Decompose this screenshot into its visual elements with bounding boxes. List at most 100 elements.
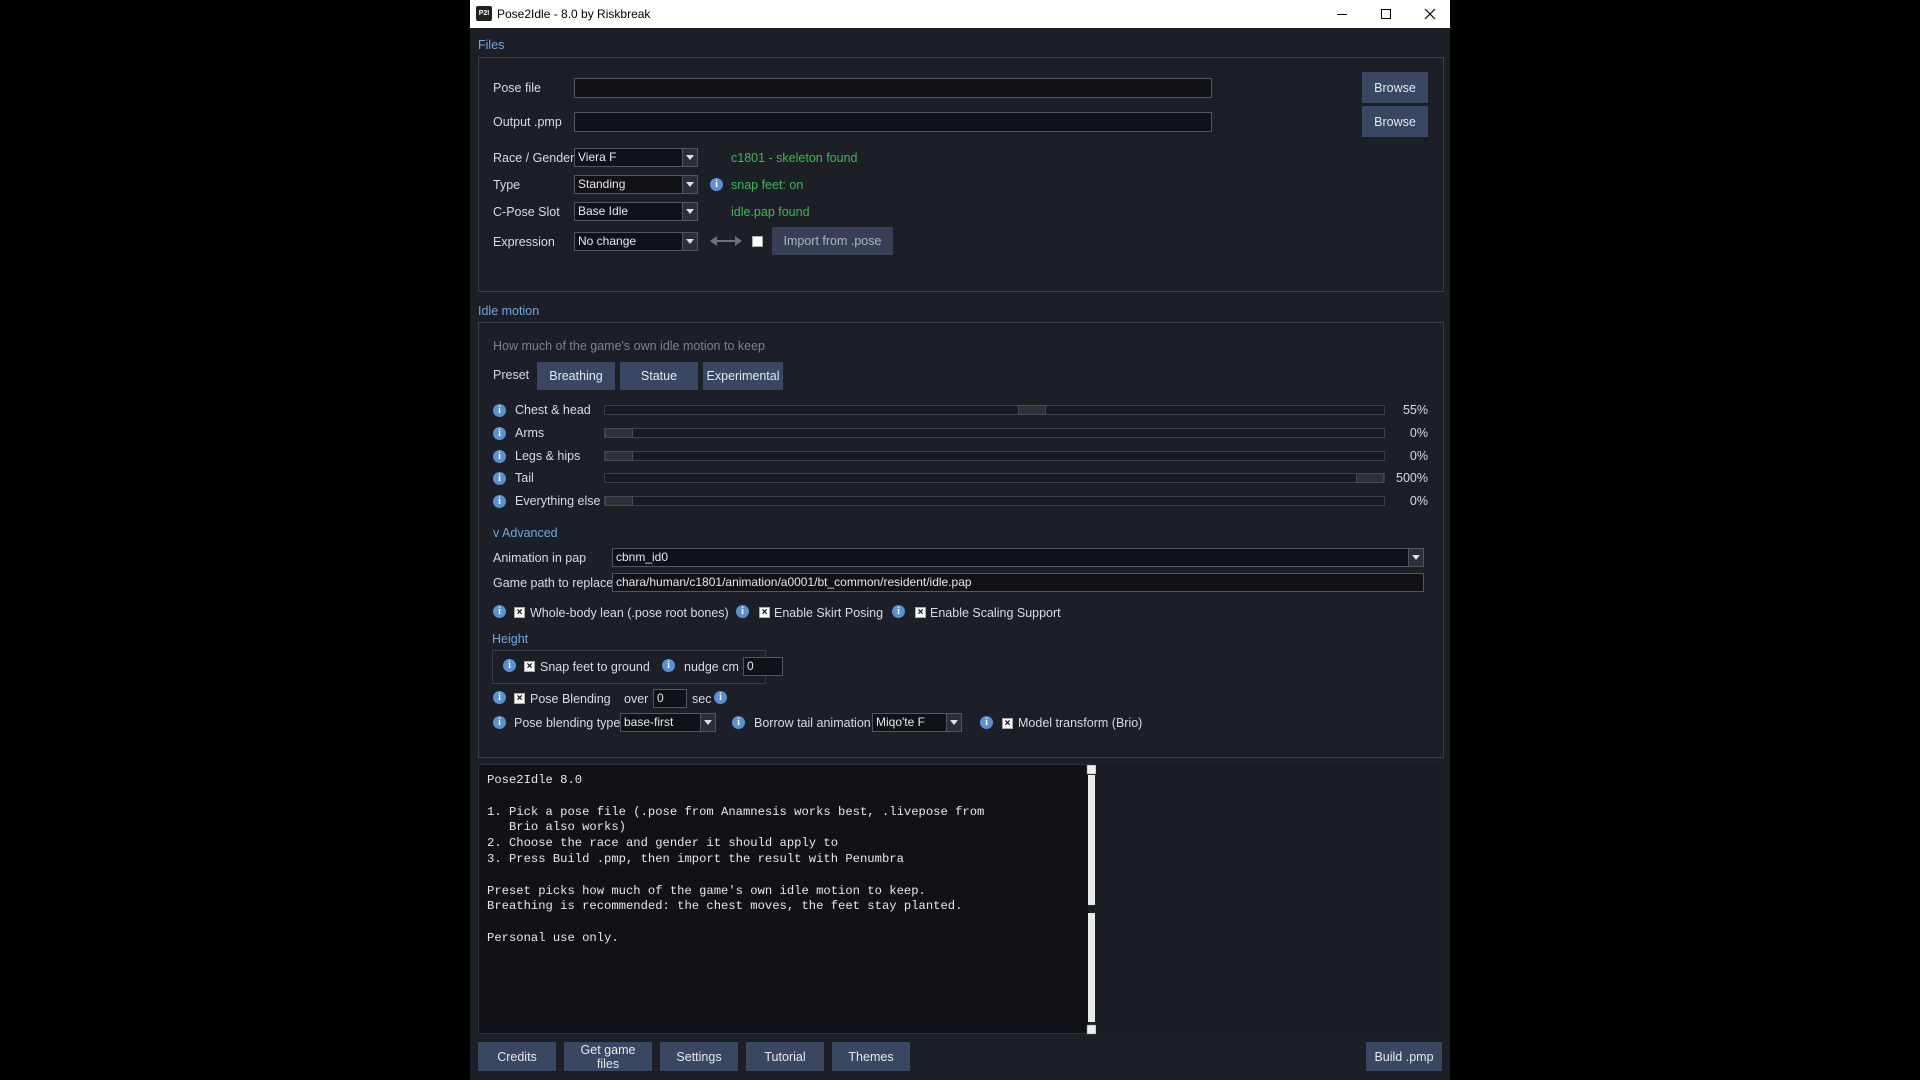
info-icon[interactable]: i	[493, 450, 506, 463]
race-gender-select[interactable]: Viera F	[574, 148, 698, 167]
preset-breathing-button[interactable]: Breathing	[537, 362, 615, 390]
info-icon[interactable]: i	[980, 716, 993, 729]
type-label: Type	[493, 178, 521, 192]
info-icon[interactable]: i	[493, 605, 506, 618]
borrow-tail-value: Miqo'te F	[876, 715, 925, 729]
log-output[interactable]: Pose2Idle 8.0 1. Pick a pose file (.pose…	[478, 764, 1097, 1035]
chevron-down-icon	[682, 203, 697, 220]
output-pmp-input[interactable]	[574, 112, 1212, 132]
close-button[interactable]	[1408, 0, 1450, 28]
slider-label: Arms	[515, 426, 545, 440]
info-icon[interactable]: i	[493, 404, 506, 417]
info-icon[interactable]: i	[493, 716, 506, 729]
height-title: Height	[492, 632, 529, 646]
files-section-title: Files	[478, 38, 505, 52]
pose-blending-checkbox[interactable]: ×	[514, 693, 525, 704]
pose-blending-label: Pose Blending	[530, 692, 611, 706]
preset-experimental-button[interactable]: Experimental	[703, 362, 783, 390]
slider-track[interactable]	[604, 496, 1385, 506]
expression-select[interactable]: No change	[574, 232, 698, 251]
snap-feet-checkbox[interactable]: ×	[524, 661, 535, 672]
build-pmp-button[interactable]: Build .pmp	[1366, 1042, 1442, 1071]
skeleton-status: c1801 - skeleton found	[731, 151, 858, 165]
model-transform-checkbox[interactable]: ×	[1002, 718, 1013, 729]
pose-file-input[interactable]	[574, 78, 1212, 98]
chevron-down-icon	[682, 176, 697, 193]
pose-file-label: Pose file	[493, 81, 541, 95]
minimize-button[interactable]	[1320, 0, 1364, 28]
preset-label: Preset	[493, 368, 530, 382]
maximize-button[interactable]	[1364, 0, 1408, 28]
slider-track[interactable]	[604, 428, 1385, 438]
whole-body-lean-label: Whole-body lean (.pose root bones)	[530, 606, 729, 620]
chevron-down-icon	[946, 714, 961, 731]
info-icon[interactable]: i	[493, 427, 506, 440]
get-game-files-button[interactable]: Get game files	[564, 1042, 652, 1071]
idle-pap-status: idle.pap found	[731, 205, 810, 219]
race-gender-value: Viera F	[578, 150, 617, 164]
snap-feet-label: Snap feet to ground	[540, 660, 650, 674]
type-select[interactable]: Standing	[574, 175, 698, 194]
slider-value: 55%	[1402, 403, 1428, 417]
borrow-tail-select[interactable]: Miqo'te F	[872, 713, 962, 732]
game-path-input[interactable]: chara/human/c1801/animation/a0001/bt_com…	[612, 573, 1424, 592]
game-path-label: Game path to replace	[493, 576, 614, 590]
info-icon[interactable]: i	[736, 605, 749, 618]
blend-seconds-input[interactable]: 0	[653, 689, 687, 708]
info-icon[interactable]: i	[710, 178, 723, 191]
skirt-posing-checkbox[interactable]: ×	[759, 607, 770, 618]
animation-in-pap-value: cbnm_id0	[616, 550, 669, 564]
swap-arrows-icon[interactable]	[710, 235, 742, 247]
blend-type-value: base-first	[624, 715, 674, 729]
close-icon	[1424, 8, 1436, 20]
nudge-label: nudge cm	[684, 660, 739, 674]
expression-checkbox[interactable]: x	[752, 236, 763, 247]
chevron-down-icon	[1408, 549, 1423, 566]
model-transform-label: Model transform (Brio)	[1018, 716, 1143, 730]
expression-label: Expression	[493, 235, 555, 249]
slider-thumb[interactable]	[605, 496, 633, 506]
import-from-pose-button[interactable]: Import from .pose	[772, 227, 893, 255]
slider-track[interactable]	[604, 451, 1385, 461]
blend-unit-label: sec	[692, 692, 712, 706]
slider-label: Legs & hips	[515, 449, 581, 463]
slider-thumb[interactable]	[605, 428, 633, 438]
type-value: Standing	[578, 177, 626, 191]
settings-button[interactable]: Settings	[660, 1042, 738, 1071]
info-icon[interactable]: i	[714, 691, 727, 704]
info-icon[interactable]: i	[493, 691, 506, 704]
animation-in-pap-label: Animation in pap	[493, 551, 587, 565]
chevron-down-icon	[682, 149, 697, 166]
themes-button[interactable]: Themes	[832, 1042, 910, 1071]
preset-statue-button[interactable]: Statue	[620, 362, 698, 390]
blend-over-label: over	[624, 692, 649, 706]
slider-value: 0%	[1409, 449, 1428, 463]
whole-body-lean-checkbox[interactable]: ×	[514, 607, 525, 618]
slider-track[interactable]	[604, 473, 1385, 483]
info-icon[interactable]: i	[493, 472, 506, 485]
slider-thumb[interactable]	[1018, 405, 1047, 415]
app-icon: P2I	[476, 6, 492, 21]
output-pmp-browse-button[interactable]: Browse	[1362, 106, 1428, 137]
slider-value: 0%	[1409, 426, 1428, 440]
app-window: P2I Pose2Idle - 8.0 by Riskbreak Files P…	[470, 0, 1450, 1080]
info-icon[interactable]: i	[493, 495, 506, 508]
title-bar: P2I Pose2Idle - 8.0 by Riskbreak	[470, 0, 1450, 28]
info-icon[interactable]: i	[732, 716, 745, 729]
pose-file-browse-button[interactable]: Browse	[1362, 72, 1428, 103]
credits-button[interactable]: Credits	[478, 1042, 556, 1071]
slider-track[interactable]	[604, 405, 1385, 415]
scaling-support-checkbox[interactable]: ×	[915, 607, 926, 618]
slider-label: Chest & head	[515, 403, 591, 417]
blend-type-select[interactable]: base-first	[620, 713, 716, 732]
slider-label: Everything else	[515, 494, 601, 508]
info-icon[interactable]: i	[662, 659, 675, 672]
info-icon[interactable]: i	[892, 605, 905, 618]
slider-thumb[interactable]	[605, 451, 633, 461]
nudge-input[interactable]: 0	[743, 657, 783, 676]
tutorial-button[interactable]: Tutorial	[746, 1042, 824, 1071]
info-icon[interactable]: i	[503, 659, 516, 672]
advanced-toggle[interactable]: v Advanced	[493, 526, 558, 540]
cpose-slot-select[interactable]: Base Idle	[574, 202, 698, 221]
animation-in-pap-select[interactable]: cbnm_id0	[612, 548, 1424, 567]
